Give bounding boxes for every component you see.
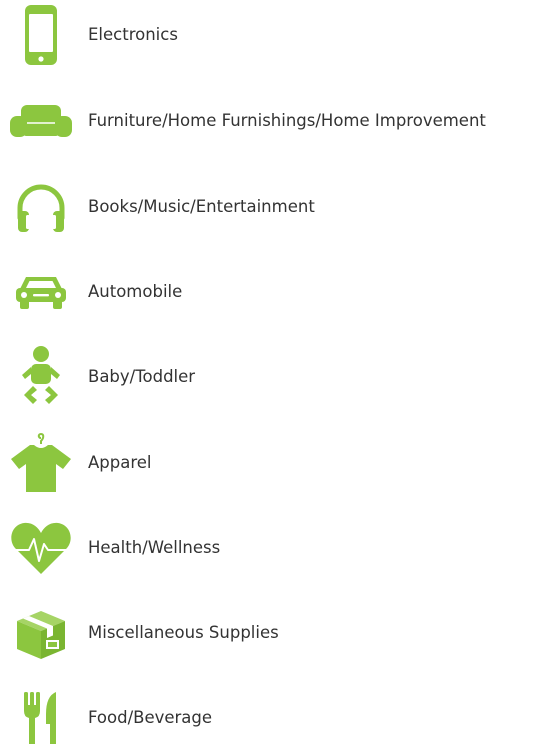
category-item-electronics[interactable]: Electronics	[0, 0, 559, 70]
category-item-apparel[interactable]: Apparel	[0, 428, 559, 498]
car-icon	[9, 257, 73, 327]
tshirt-icon	[9, 428, 73, 498]
smartphone-icon	[9, 0, 73, 70]
headphones-icon	[9, 172, 73, 242]
category-label: Health/Wellness	[88, 538, 221, 557]
category-item-misc-supplies[interactable]: Miscellaneous Supplies	[0, 598, 559, 668]
box-icon	[9, 598, 73, 668]
category-label: Baby/Toddler	[88, 367, 196, 386]
category-item-automobile[interactable]: Automobile	[0, 257, 559, 327]
sofa-icon	[9, 86, 73, 156]
category-item-books-music[interactable]: Books/Music/Entertainment	[0, 172, 559, 242]
category-label: Miscellaneous Supplies	[88, 623, 279, 642]
baby-icon	[9, 342, 73, 412]
category-label: Automobile	[88, 282, 183, 301]
category-item-health-wellness[interactable]: Health/Wellness	[0, 513, 559, 583]
category-item-furniture[interactable]: Furniture/Home Furnishings/Home Improvem…	[0, 86, 559, 156]
heart-pulse-icon	[9, 513, 73, 583]
category-label: Electronics	[88, 25, 178, 44]
category-label: Furniture/Home Furnishings/Home Improvem…	[88, 111, 486, 130]
category-label: Apparel	[88, 453, 152, 472]
category-label: Books/Music/Entertainment	[88, 197, 315, 216]
category-item-baby-toddler[interactable]: Baby/Toddler	[0, 342, 559, 412]
category-label: Food/Beverage	[88, 708, 213, 727]
category-list: Electronics Furniture/Home Furnishings/H…	[0, 0, 559, 744]
